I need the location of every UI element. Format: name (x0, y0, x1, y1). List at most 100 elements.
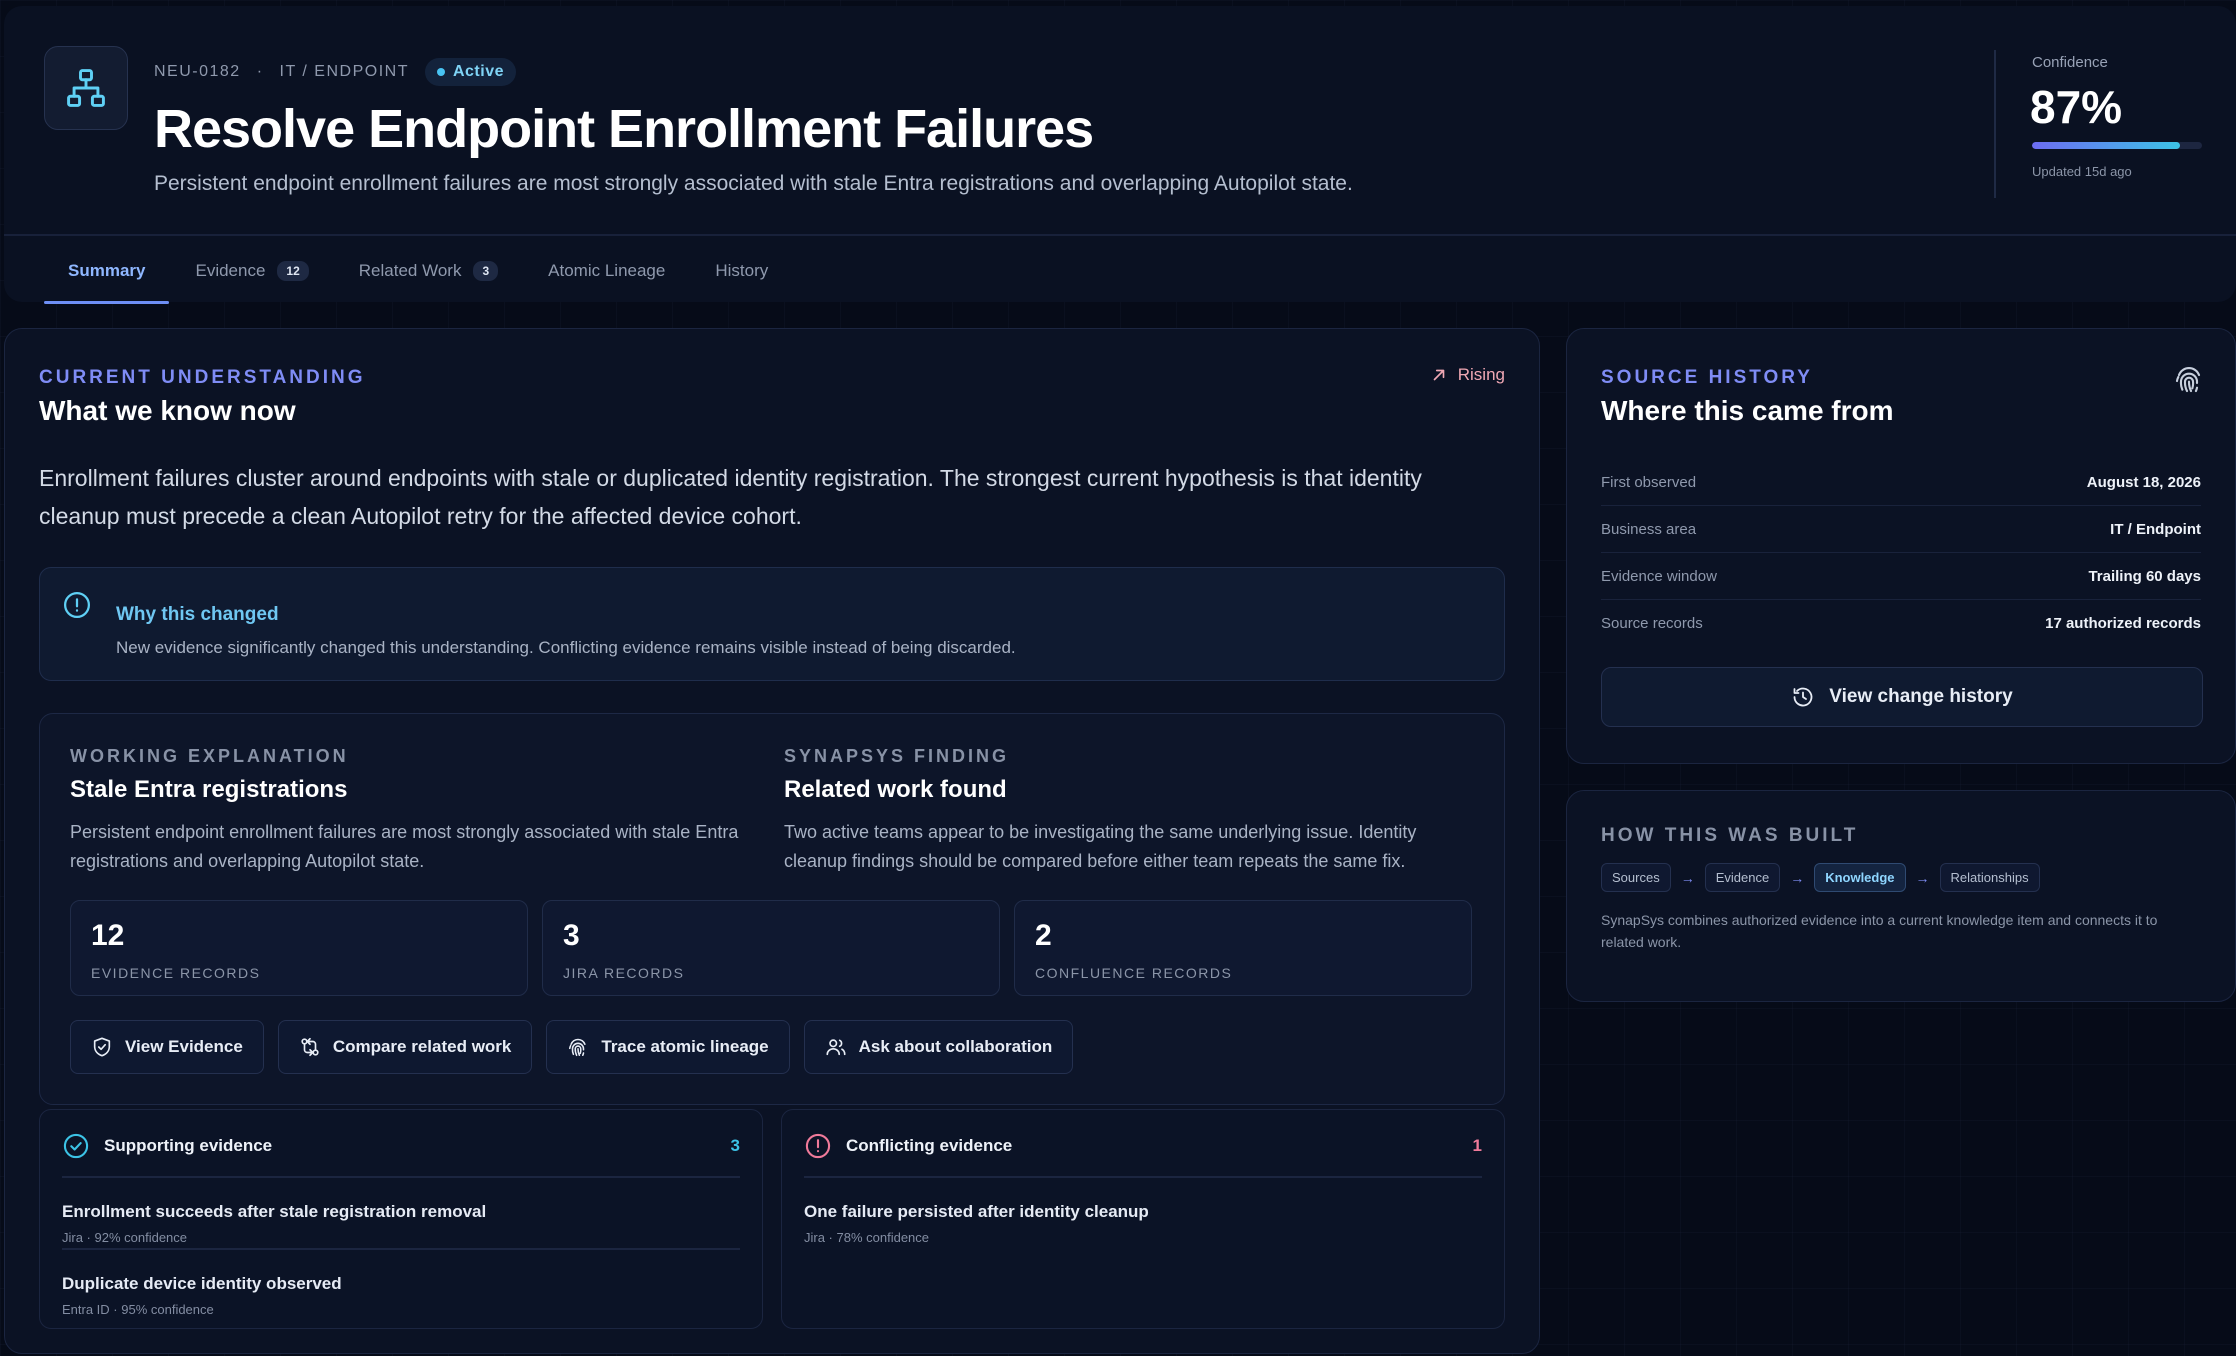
row-key: First observed (1601, 473, 1697, 491)
tab-history[interactable]: History (691, 238, 792, 304)
confidence-value: 87% (2030, 81, 2123, 133)
how-built-eyebrow: HOW THIS WAS BUILT (1601, 825, 1859, 846)
conflicting-evidence-header: Conflicting evidence 1 (804, 1132, 1482, 1160)
ask-about-collaboration-button[interactable]: Ask about collaboration (803, 1020, 1074, 1074)
working-explanation-eyebrow: WORKING EXPLANATION (70, 746, 349, 766)
action-buttons: View Evidence Compare related work Trace… (70, 1020, 1074, 1074)
view-change-history-button[interactable]: View change history (1601, 667, 2203, 727)
item-category: IT / ENDPOINT (279, 63, 409, 80)
divider (62, 1176, 740, 1178)
row-key: Evidence window (1601, 567, 1717, 585)
supporting-evidence-count: 3 (730, 1136, 740, 1155)
info-icon (62, 590, 92, 620)
pipeline-step-sources: Sources (1601, 863, 1671, 892)
evidence-item-title[interactable]: Enrollment succeeds after stale registra… (62, 1202, 486, 1222)
fingerprint-icon (567, 1036, 589, 1058)
synapsys-finding-heading: Related work found (784, 776, 1007, 803)
page-subtitle: Persistent endpoint enrollment failures … (154, 172, 1353, 195)
shield-check-icon (91, 1036, 113, 1058)
supporting-evidence-panel: Supporting evidence 3 Enrollment succeed… (39, 1109, 763, 1329)
stat-label: EVIDENCE RECORDS (91, 965, 261, 981)
button-label: Compare related work (332, 1037, 512, 1056)
working-explanation-text: Persistent endpoint enrollment failures … (70, 822, 739, 871)
supporting-evidence-header: Supporting evidence 3 (62, 1132, 740, 1160)
tab-summary[interactable]: Summary (44, 238, 170, 304)
understanding-heading: What we know now (39, 395, 296, 426)
first-observed-row: First observed August 18, 2026 (1601, 459, 2201, 506)
stat-confluence-records: 2 CONFLUENCE RECORDS (1014, 900, 1472, 996)
history-icon (1791, 685, 1815, 709)
confidence-updated: Updated 15d ago (2032, 164, 2132, 179)
button-label: Ask about collaboration (858, 1037, 1053, 1056)
evidence-item-meta: Jira · 92% confidence (62, 1230, 188, 1245)
supporting-evidence-title: Supporting evidence (104, 1136, 273, 1155)
check-circle-icon (62, 1132, 90, 1160)
divider (62, 1248, 740, 1250)
meta-separator: · (256, 63, 264, 80)
source-history-card: SOURCE HISTORY Where this came from Firs… (1566, 328, 2236, 764)
conflicting-evidence-count: 1 (1472, 1136, 1482, 1155)
hierarchy-icon (64, 66, 108, 110)
item-meta: NEU-0182 · IT / ENDPOINT Active (154, 58, 516, 86)
divider (804, 1176, 1482, 1178)
how-built-description: SynapSys combines authorized evidence in… (1601, 912, 2158, 950)
stat-evidence-records: 12 EVIDENCE RECORDS (70, 900, 528, 996)
tab-label: Evidence (195, 261, 266, 280)
row-value: August 18, 2026 (2086, 473, 2201, 491)
pipeline-step-evidence: Evidence (1704, 863, 1781, 892)
understanding-summary: Enrollment failures cluster around endpo… (39, 465, 1422, 529)
evidence-item-title[interactable]: Duplicate device identity observed (62, 1274, 342, 1294)
trend-up-icon (1430, 366, 1448, 384)
item-header: NEU-0182 · IT / ENDPOINT Active Resolve … (4, 6, 2236, 304)
tab-label: Related Work (358, 261, 462, 280)
button-label: View Evidence (125, 1037, 243, 1056)
business-area-row: Business area IT / Endpoint (1601, 506, 2201, 553)
row-value: 17 authorized records (2045, 615, 2201, 632)
conflicting-evidence-title: Conflicting evidence (846, 1136, 1013, 1155)
tab-label: History (715, 261, 769, 280)
arrow-right-icon: → (1680, 869, 1695, 886)
how-this-was-built-card: HOW THIS WAS BUILT Sources → Evidence → … (1566, 790, 2236, 1002)
compare-related-work-button[interactable]: Compare related work (277, 1020, 533, 1074)
status-dot-icon (436, 68, 445, 76)
row-value: IT / Endpoint (2110, 520, 2201, 538)
row-key: Business area (1601, 520, 1697, 538)
source-history-eyebrow: SOURCE HISTORY (1601, 367, 1813, 388)
pipeline-step-knowledge: Knowledge (1814, 863, 1906, 892)
tab-bar: Summary Evidence 12 Related Work 3 Atomi… (44, 238, 794, 304)
row-key: Source records (1601, 615, 1703, 632)
synapsys-finding-text: Two active teams appear to be investigat… (784, 822, 1417, 871)
confidence-label: Confidence (2032, 54, 2108, 71)
pipeline-step-relationships: Relationships (1939, 863, 2040, 892)
evidence-item-title[interactable]: One failure persisted after identity cle… (804, 1202, 1149, 1222)
stat-label: CONFLUENCE RECORDS (1035, 965, 1233, 981)
header-divider (4, 234, 2236, 236)
row-value: Trailing 60 days (2088, 567, 2201, 585)
arrow-right-icon: → (1915, 869, 1930, 886)
trend-label: Rising (1457, 365, 1505, 384)
confidence-divider (1994, 50, 1996, 198)
page-title: Resolve Endpoint Enrollment Failures (154, 99, 1094, 159)
stat-value: 2 (1035, 919, 1052, 952)
tab-atomic-lineage[interactable]: Atomic Lineage (524, 238, 689, 304)
evidence-item-meta: Entra ID · 95% confidence (62, 1302, 214, 1317)
source-history-heading: Where this came from (1601, 395, 1894, 426)
status-text: Active (452, 63, 504, 80)
source-records-row: Source records 17 authorized records (1601, 600, 2201, 647)
trace-atomic-lineage-button[interactable]: Trace atomic lineage (546, 1020, 790, 1074)
stat-value: 12 (91, 919, 125, 952)
compare-arrows-icon (299, 1036, 321, 1058)
tab-evidence[interactable]: Evidence 12 (171, 238, 332, 304)
tab-count-badge: 12 (277, 261, 309, 281)
tab-related-work[interactable]: Related Work 3 (335, 238, 522, 304)
view-evidence-button[interactable]: View Evidence (70, 1020, 264, 1074)
stat-jira-records: 3 JIRA RECORDS (542, 900, 1000, 996)
item-id: NEU-0182 (154, 63, 241, 80)
confidence-bar (2032, 142, 2202, 149)
button-label: View change history (1829, 686, 2013, 707)
alert-circle-icon (804, 1132, 832, 1160)
working-explanation-heading: Stale Entra registrations (70, 776, 348, 803)
button-label: Trace atomic lineage (601, 1037, 769, 1056)
conflicting-evidence-panel: Conflicting evidence 1 One failure persi… (781, 1109, 1505, 1329)
current-understanding-card: CURRENT UNDERSTANDING What we know now R… (4, 328, 1540, 1354)
